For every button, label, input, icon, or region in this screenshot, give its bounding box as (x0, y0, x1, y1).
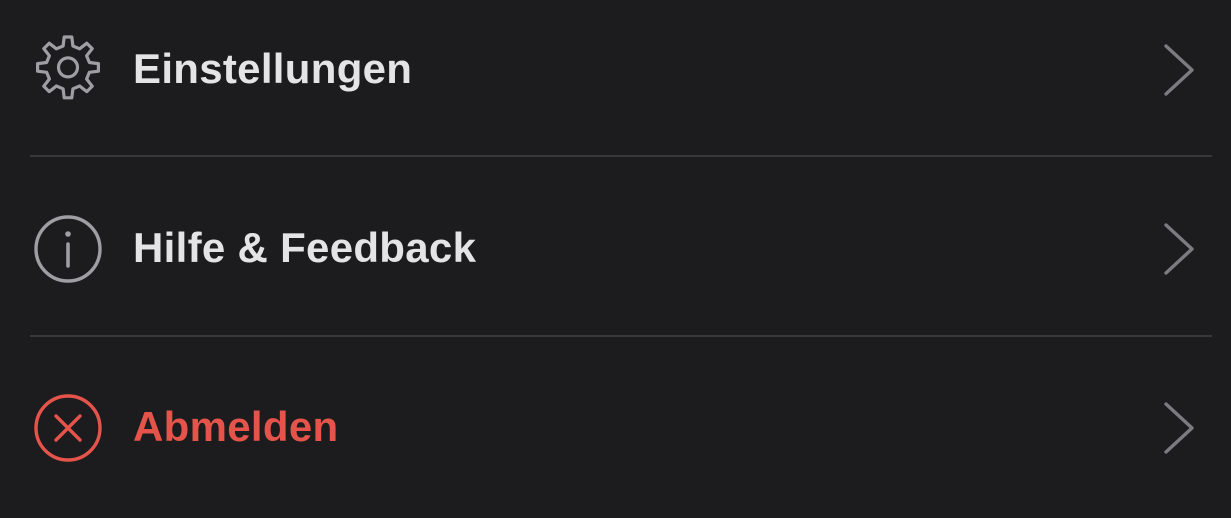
divider (30, 335, 1212, 337)
menu-item-label: Abmelden (133, 403, 339, 450)
chevron-right-icon (1164, 402, 1194, 454)
divider (30, 155, 1212, 157)
menu-item-logout[interactable]: Abmelden (0, 352, 1231, 502)
menu-item-label: Einstellungen (133, 45, 413, 92)
info-icon (34, 215, 102, 283)
close-circle-icon (34, 394, 102, 462)
menu-item-label: Hilfe & Feedback (133, 224, 477, 271)
gear-icon (36, 35, 100, 100)
chevron-right-icon (1164, 44, 1194, 96)
settings-menu: Einstellungen Hilfe & Feedback Abmelden (0, 0, 1231, 518)
chevron-right-icon (1164, 223, 1194, 275)
menu-item-help-feedback[interactable]: Hilfe & Feedback (0, 173, 1231, 323)
menu-item-settings[interactable]: Einstellungen (0, 0, 1231, 144)
